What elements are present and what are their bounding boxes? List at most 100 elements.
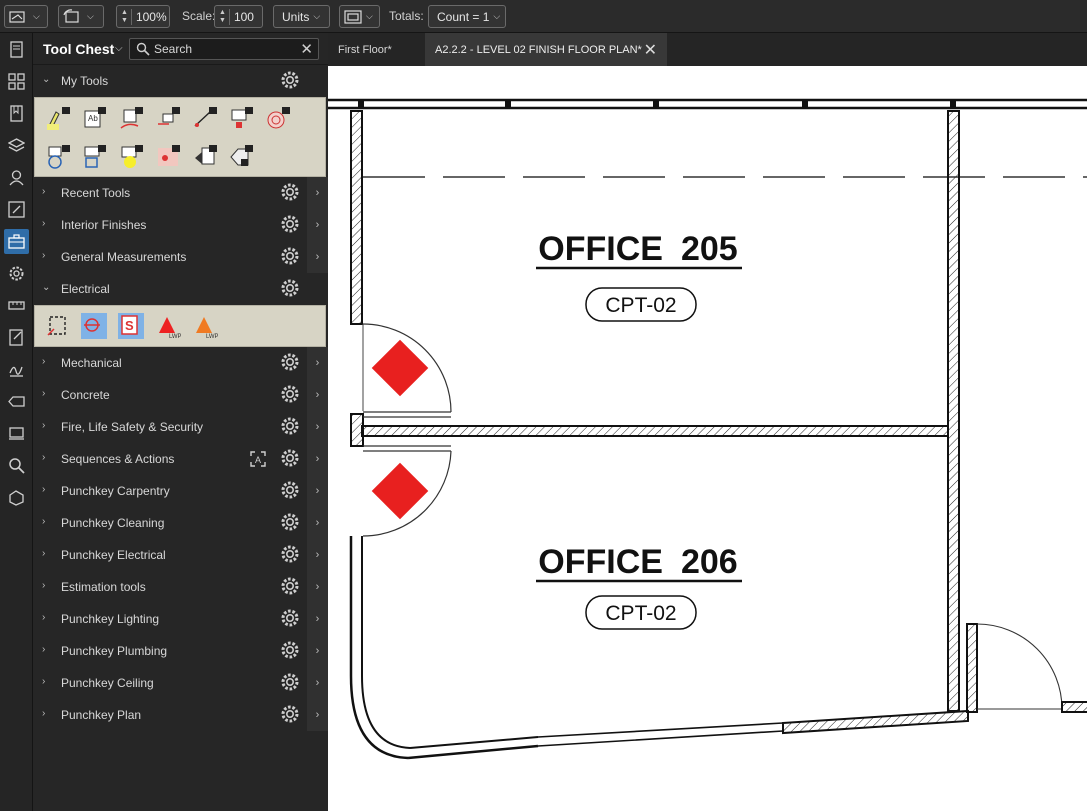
section-punchkey-plan[interactable]: › Punchkey Plan › [33,699,328,731]
expand-arrow-icon[interactable]: › [307,347,328,379]
close-icon[interactable]: ✕ [644,40,657,60]
gear-icon[interactable] [280,352,300,372]
section-punchkey-ceiling[interactable]: › Punchkey Ceiling › [33,667,328,699]
display-dropdown[interactable]: ⌵ [339,5,380,28]
text-box-tool-icon[interactable]: Ab [81,106,107,132]
search-input[interactable] [154,41,294,57]
tab-level-02-finish-floor-plan[interactable]: A2.2.2 - LEVEL 02 FINISH FLOOR PLAN* ✕ [425,33,667,66]
rectangle-tool-icon[interactable] [81,144,107,170]
switch-tool-icon[interactable]: S [118,313,144,339]
chevron-right-icon[interactable]: › [42,676,45,687]
section-sequences-actions[interactable]: › Sequences & Actions A › [33,443,328,475]
close-icon[interactable]: ✕ [300,40,313,58]
section-punchkey-electrical[interactable]: › Punchkey Electrical › [33,539,328,571]
chevron-right-icon[interactable]: › [42,644,45,655]
section-electrical[interactable]: ⌄ Electrical [33,273,328,305]
chevron-right-icon[interactable]: › [42,186,45,197]
layers-icon[interactable] [4,133,29,158]
chevron-right-icon[interactable]: › [42,484,45,495]
section-general-measurements[interactable]: › General Measurements › [33,241,328,273]
expand-arrow-icon[interactable]: › [307,507,328,539]
callout-tool-icon[interactable] [155,106,181,132]
expand-arrow-icon[interactable]: › [307,571,328,603]
gear-icon[interactable] [280,480,300,500]
gear-icon[interactable] [280,640,300,660]
tag-icon[interactable] [4,389,29,414]
chevron-down-icon[interactable]: ⌄ [42,282,50,293]
gear-icon[interactable] [280,544,300,564]
gear-icon[interactable] [280,214,300,234]
tab-first-floor[interactable]: First Floor* [328,33,425,66]
chevron-right-icon[interactable]: › [42,420,45,431]
gear-icon[interactable] [280,608,300,628]
orange-triangle-tool-icon[interactable]: LWP [192,313,219,340]
zoom-field[interactable]: ▲ ▼ 100% [116,5,170,28]
pen-tool-icon[interactable] [118,106,144,132]
gear-icon[interactable] [280,576,300,596]
section-punchkey-lighting[interactable]: › Punchkey Lighting › [33,603,328,635]
section-estimation-tools[interactable]: › Estimation tools › [33,571,328,603]
page-tool-dropdown[interactable]: ⌵ [4,5,48,28]
circle-tool-icon[interactable] [45,144,71,170]
expand-arrow-icon[interactable]: › [307,209,328,241]
chevron-right-icon[interactable]: › [42,356,45,367]
expand-arrow-icon[interactable]: › [307,475,328,507]
chevron-right-icon[interactable]: › [42,708,45,719]
gear-icon[interactable] [280,512,300,532]
properties-icon[interactable] [4,261,29,286]
expand-arrow-icon[interactable]: › [307,177,328,209]
places-icon[interactable] [4,165,29,190]
units-dropdown[interactable]: Units ⌵ [273,5,330,28]
scale-field[interactable]: ▲ ▼ 100 [214,5,263,28]
highlight-tool-icon[interactable] [45,106,71,132]
room-label-205[interactable]: OFFICE 205 CPT-02 [536,230,742,322]
gear-icon[interactable] [280,70,300,90]
measurements-icon[interactable] [4,293,29,318]
section-my-tools[interactable]: ⌄ My Tools [33,65,328,97]
section-punchkey-cleaning[interactable]: › Punchkey Cleaning › [33,507,328,539]
stamp-tool-icon[interactable] [228,106,254,132]
receptacle-tool-icon[interactable] [81,313,107,339]
area-tool-icon[interactable] [155,144,181,170]
section-concrete[interactable]: › Concrete › [33,379,328,411]
gear-icon[interactable] [280,278,300,298]
panel-title[interactable]: Tool Chest [43,41,114,57]
rotate-dropdown[interactable]: ⌵ [58,5,104,28]
bookmarks-icon[interactable] [4,101,29,126]
spaces-icon[interactable] [4,485,29,510]
gear-icon[interactable] [280,416,300,436]
forms-icon[interactable] [4,325,29,350]
count-marker[interactable] [371,339,429,397]
expand-arrow-icon[interactable]: › [307,539,328,571]
polygon-tool-icon[interactable] [118,144,144,170]
thumbnails-icon[interactable] [4,37,29,62]
section-punchkey-carpentry[interactable]: › Punchkey Carpentry › [33,475,328,507]
file-access-icon[interactable] [4,421,29,446]
chevron-right-icon[interactable]: › [42,250,45,261]
grid-icon[interactable] [4,69,29,94]
drawing-canvas[interactable]: OFFICE 205 CPT-02 OFFICE 206 CPT-02 [328,66,1087,811]
gear-icon[interactable] [280,384,300,404]
totals-dropdown[interactable]: Count = 1 ⌵ [428,5,506,28]
tool-chest-icon[interactable] [4,229,29,254]
chevron-right-icon[interactable]: › [42,388,45,399]
arrow-tool-icon[interactable] [192,144,218,170]
cloud-tool-icon[interactable] [265,106,291,132]
gear-icon[interactable] [280,704,300,724]
section-punchkey-plumbing[interactable]: › Punchkey Plumbing › [33,635,328,667]
chevron-right-icon[interactable]: › [42,612,45,623]
chevron-down-icon[interactable]: ⌵ [115,43,123,54]
expand-arrow-icon[interactable]: › [307,379,328,411]
search-icon[interactable] [4,453,29,478]
chevron-right-icon[interactable]: › [42,548,45,559]
chevron-right-icon[interactable]: › [42,452,45,463]
section-mechanical[interactable]: › Mechanical › [33,347,328,379]
chevron-right-icon[interactable]: › [42,580,45,591]
run-sequence-icon[interactable]: A [249,450,267,468]
chevron-right-icon[interactable]: › [42,516,45,527]
expand-arrow-icon[interactable]: › [307,411,328,443]
expand-arrow-icon[interactable]: › [307,635,328,667]
gear-icon[interactable] [280,448,300,468]
room-label-206[interactable]: OFFICE 206 CPT-02 [536,543,742,630]
chevron-down-icon[interactable]: ⌄ [42,74,50,85]
